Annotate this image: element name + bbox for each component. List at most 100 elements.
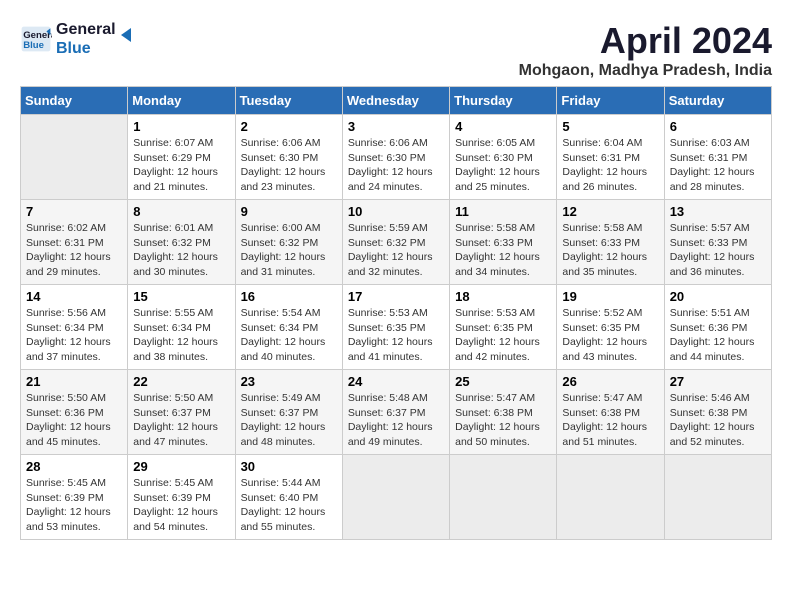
calendar-cell: 30Sunrise: 5:44 AMSunset: 6:40 PMDayligh… [235, 455, 342, 540]
day-number: 2 [241, 119, 337, 134]
calendar-cell: 26Sunrise: 5:47 AMSunset: 6:38 PMDayligh… [557, 370, 664, 455]
calendar-cell: 24Sunrise: 5:48 AMSunset: 6:37 PMDayligh… [342, 370, 449, 455]
day-number: 14 [26, 289, 122, 304]
calendar-header-row: Sunday Monday Tuesday Wednesday Thursday… [21, 87, 772, 115]
calendar-cell: 17Sunrise: 5:53 AMSunset: 6:35 PMDayligh… [342, 285, 449, 370]
day-info: Sunrise: 6:03 AMSunset: 6:31 PMDaylight:… [670, 136, 766, 195]
calendar-cell: 15 Sunrise: 5:55 AMSunset: 6:34 PMDayligh… [128, 285, 235, 370]
title-area: April 2024 Mohgaon, Madhya Pradesh, Indi… [519, 20, 772, 80]
day-number: 9 [241, 204, 337, 219]
day-info: Sunrise: 5:54 AMSunset: 6:34 PMDaylight:… [241, 306, 337, 365]
day-info: Sunrise: 6:06 AMSunset: 6:30 PMDaylight:… [348, 136, 444, 195]
calendar-cell: 13 Sunrise: 5:57 AMSunset: 6:33 PMDayligh… [664, 200, 771, 285]
calendar-week-2: 7 Sunrise: 6:02 AMSunset: 6:31 PMDaylight… [21, 200, 772, 285]
day-info: Sunrise: 5:45 AMSunset: 6:39 PMDaylight:… [26, 476, 122, 535]
calendar-cell: 19 Sunrise: 5:52 AMSunset: 6:35 PMDayligh… [557, 285, 664, 370]
day-number: 26 [562, 374, 658, 389]
logo-text-blue: Blue [56, 39, 116, 58]
day-info: Sunrise: 5:55 AMSunset: 6:34 PMDaylight:… [133, 306, 229, 365]
calendar-cell: 8 Sunrise: 6:01 AMSunset: 6:32 PMDaylight… [128, 200, 235, 285]
calendar-cell: 27 Sunrise: 5:46 AMSunset: 6:38 PMDayligh… [664, 370, 771, 455]
calendar-cell: 28 Sunrise: 5:45 AMSunset: 6:39 PMDayligh… [21, 455, 128, 540]
day-number: 10 [348, 204, 444, 219]
svg-text:Blue: Blue [23, 40, 44, 51]
calendar-cell: 7 Sunrise: 6:02 AMSunset: 6:31 PMDaylight… [21, 200, 128, 285]
header-thursday: Thursday [450, 87, 557, 115]
day-info: Sunrise: 6:07 AMSunset: 6:29 PMDaylight:… [133, 136, 229, 195]
day-number: 15 [133, 289, 229, 304]
header-tuesday: Tuesday [235, 87, 342, 115]
logo: General Blue General Blue [20, 20, 136, 58]
day-number: 13 [670, 204, 766, 219]
day-number: 22 [133, 374, 229, 389]
calendar-cell: 9 Sunrise: 6:00 AMSunset: 6:32 PMDaylight… [235, 200, 342, 285]
day-info: Sunrise: 5:46 AMSunset: 6:38 PMDaylight:… [670, 391, 766, 450]
header-wednesday: Wednesday [342, 87, 449, 115]
day-info: Sunrise: 5:56 AMSunset: 6:34 PMDaylight:… [26, 306, 122, 365]
calendar-cell [557, 455, 664, 540]
calendar-cell: 14 Sunrise: 5:56 AMSunset: 6:34 PMDayligh… [21, 285, 128, 370]
day-info: Sunrise: 5:57 AMSunset: 6:33 PMDaylight:… [670, 221, 766, 280]
logo-text-general: General [56, 20, 116, 39]
day-info: Sunrise: 5:44 AMSunset: 6:40 PMDaylight:… [241, 476, 337, 535]
day-number: 6 [670, 119, 766, 134]
day-number: 16 [241, 289, 337, 304]
calendar-cell [664, 455, 771, 540]
calendar-cell: 5 Sunrise: 6:04 AMSunset: 6:31 PMDaylight… [557, 115, 664, 200]
calendar-cell [450, 455, 557, 540]
day-info: Sunrise: 6:02 AMSunset: 6:31 PMDaylight:… [26, 221, 122, 280]
day-number: 3 [348, 119, 444, 134]
header-saturday: Saturday [664, 87, 771, 115]
calendar-cell: 21 Sunrise: 5:50 AMSunset: 6:36 PMDayligh… [21, 370, 128, 455]
day-number: 12 [562, 204, 658, 219]
day-number: 20 [670, 289, 766, 304]
calendar-cell: 20 Sunrise: 5:51 AMSunset: 6:36 PMDayligh… [664, 285, 771, 370]
day-info: Sunrise: 5:58 AMSunset: 6:33 PMDaylight:… [562, 221, 658, 280]
calendar-cell [21, 115, 128, 200]
day-number: 8 [133, 204, 229, 219]
day-info: Sunrise: 6:00 AMSunset: 6:32 PMDaylight:… [241, 221, 337, 280]
calendar-cell: 1 Sunrise: 6:07 AMSunset: 6:29 PMDaylight… [128, 115, 235, 200]
day-number: 11 [455, 204, 551, 219]
calendar-cell: 2 Sunrise: 6:06 AMSunset: 6:30 PMDaylight… [235, 115, 342, 200]
calendar-cell: 10 Sunrise: 5:59 AMSunset: 6:32 PMDayligh… [342, 200, 449, 285]
day-info: Sunrise: 5:49 AMSunset: 6:37 PMDaylight:… [241, 391, 337, 450]
day-info: Sunrise: 5:50 AMSunset: 6:36 PMDaylight:… [26, 391, 122, 450]
day-number: 5 [562, 119, 658, 134]
page-header: General Blue General Blue April 2024 Moh… [20, 20, 772, 80]
month-title: April 2024 [519, 20, 772, 62]
day-info: Sunrise: 5:53 AMSunset: 6:35 PMDaylight:… [455, 306, 551, 365]
calendar-cell: 6 Sunrise: 6:03 AMSunset: 6:31 PMDaylight… [664, 115, 771, 200]
day-info: Sunrise: 6:04 AMSunset: 6:31 PMDaylight:… [562, 136, 658, 195]
day-info: Sunrise: 6:01 AMSunset: 6:32 PMDaylight:… [133, 221, 229, 280]
calendar-cell: 25Sunrise: 5:47 AMSunset: 6:38 PMDayligh… [450, 370, 557, 455]
day-number: 29 [133, 459, 229, 474]
calendar-cell: 16 Sunrise: 5:54 AMSunset: 6:34 PMDayligh… [235, 285, 342, 370]
day-number: 19 [562, 289, 658, 304]
day-number: 18 [455, 289, 551, 304]
day-number: 27 [670, 374, 766, 389]
day-info: Sunrise: 5:52 AMSunset: 6:35 PMDaylight:… [562, 306, 658, 365]
calendar-cell: 22 Sunrise: 5:50 AMSunset: 6:37 PMDayligh… [128, 370, 235, 455]
calendar-table: Sunday Monday Tuesday Wednesday Thursday… [20, 86, 772, 540]
calendar-cell: 29Sunrise: 5:45 AMSunset: 6:39 PMDayligh… [128, 455, 235, 540]
day-info: Sunrise: 5:47 AMSunset: 6:38 PMDaylight:… [455, 391, 551, 450]
day-number: 28 [26, 459, 122, 474]
calendar-cell: 3 Sunrise: 6:06 AMSunset: 6:30 PMDaylight… [342, 115, 449, 200]
calendar-cell [342, 455, 449, 540]
day-info: Sunrise: 6:06 AMSunset: 6:30 PMDaylight:… [241, 136, 337, 195]
calendar-cell: 12 Sunrise: 5:58 AMSunset: 6:33 PMDayligh… [557, 200, 664, 285]
day-number: 17 [348, 289, 444, 304]
day-number: 24 [348, 374, 444, 389]
day-info: Sunrise: 5:51 AMSunset: 6:36 PMDaylight:… [670, 306, 766, 365]
day-number: 21 [26, 374, 122, 389]
day-number: 1 [133, 119, 229, 134]
calendar-cell: 4Sunrise: 6:05 AMSunset: 6:30 PMDaylight… [450, 115, 557, 200]
day-number: 4 [455, 119, 551, 134]
header-sunday: Sunday [21, 87, 128, 115]
calendar-cell: 23Sunrise: 5:49 AMSunset: 6:37 PMDayligh… [235, 370, 342, 455]
day-info: Sunrise: 5:59 AMSunset: 6:32 PMDaylight:… [348, 221, 444, 280]
day-number: 7 [26, 204, 122, 219]
calendar-cell: 11Sunrise: 5:58 AMSunset: 6:33 PMDayligh… [450, 200, 557, 285]
day-info: Sunrise: 5:50 AMSunset: 6:37 PMDaylight:… [133, 391, 229, 450]
